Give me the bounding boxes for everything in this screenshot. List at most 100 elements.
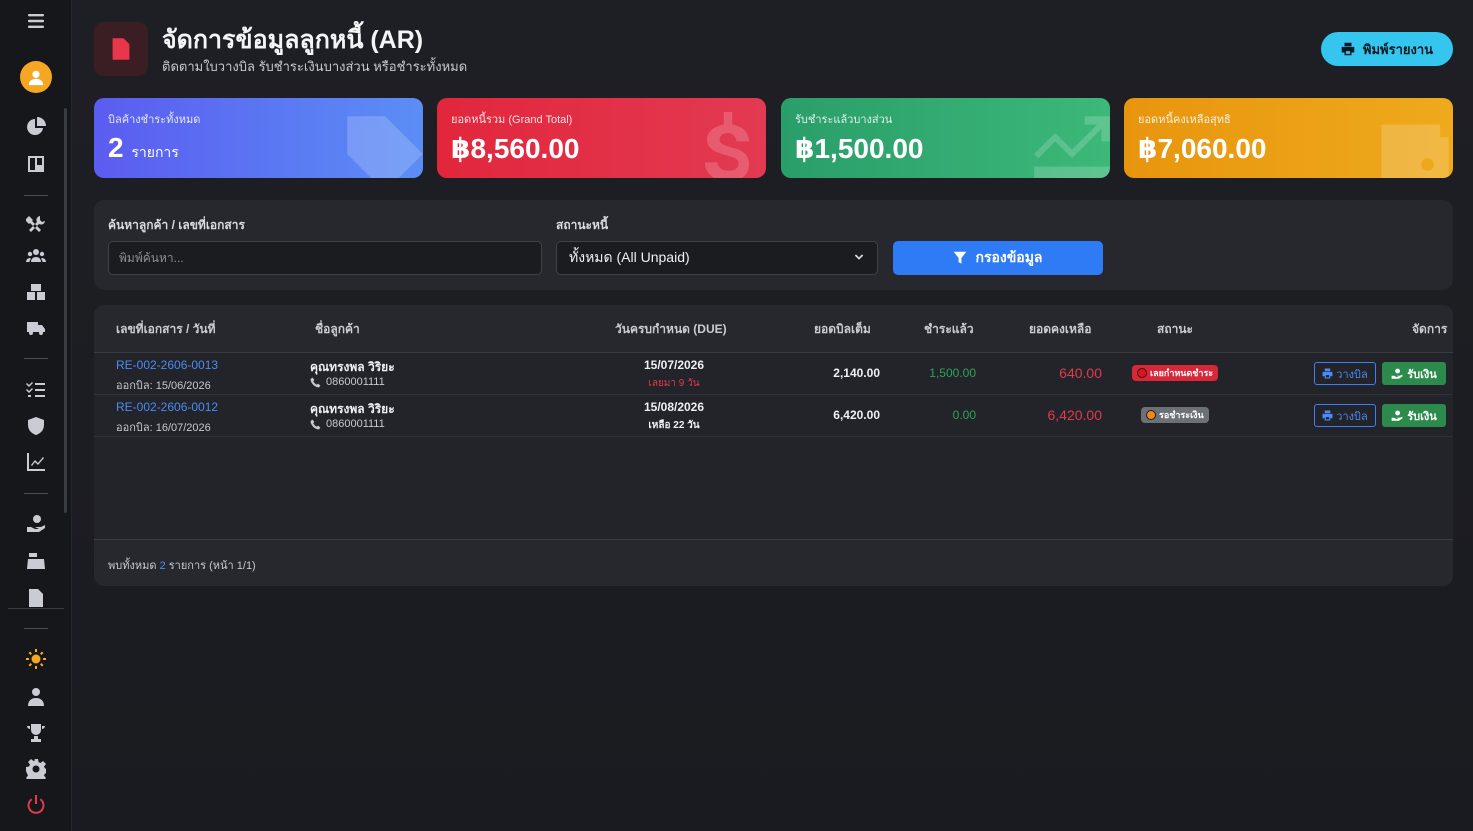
due-note: เหลือ 22 วัน (648, 420, 700, 431)
issue-bill-label: วางบิล (1336, 410, 1368, 423)
customer-phone: 0860001111 (310, 376, 385, 388)
sidebar-divider (24, 195, 48, 196)
page-title: จัดการข้อมูลลูกหนี้ (AR) (162, 26, 424, 54)
issue-bill-label: วางบิล (1336, 368, 1368, 381)
phone-number: 0860001111 (326, 418, 385, 430)
due-date: 15/08/2026 (643, 400, 705, 414)
paid-amount: 0.00 (952, 408, 976, 422)
col-total: ยอดบิลเต็ม (814, 322, 871, 336)
shield-icon[interactable] (24, 414, 48, 438)
list-check-icon[interactable] (24, 377, 48, 401)
board-icon[interactable] (24, 152, 48, 176)
balance-amount: 6,420.00 (1047, 407, 1103, 423)
footer-prefix: พบทั้งหมด (108, 560, 157, 572)
print-report-button[interactable]: พิมพ์รายงาน (1321, 32, 1453, 66)
sidebar (0, 0, 72, 831)
customer-name: คุณทรงพล วิริยะ (310, 402, 395, 416)
phone-number: 0860001111 (326, 376, 385, 388)
tools-icon[interactable] (24, 212, 48, 236)
phone-icon (310, 419, 321, 429)
stat-card-grand-total: ยอดหนี้รวม (Grand Total) ฿8,560.00 (437, 98, 766, 178)
footer-count: 2 (159, 560, 166, 572)
printer-icon (1322, 410, 1333, 421)
ar-table: เลขที่เอกสาร / วันที่ ชื่อลูกค้า วันครบก… (94, 305, 1453, 586)
issue-date: ออกบิล: 16/07/2026 (116, 422, 211, 434)
filter-button-label: กรองข้อมูล (975, 249, 1043, 265)
status-dot-icon (1137, 368, 1147, 378)
col-balance: ยอดคงเหลือ (1029, 322, 1092, 336)
phone-icon (310, 377, 321, 387)
bill-total: 6,420.00 (833, 408, 880, 422)
doc-number-link[interactable]: RE-002-2606-0013 (116, 358, 218, 372)
printer-icon (1341, 42, 1355, 56)
filter-icon (954, 251, 967, 264)
status-select-value: ทั้งหมด (All Unpaid) (569, 249, 690, 265)
footer-suffix: รายการ (หน้า 1/1) (168, 560, 256, 572)
col-doc: เลขที่เอกสาร / วันที่ (116, 322, 216, 336)
sidebar-divider (8, 608, 64, 609)
issue-bill-button[interactable]: วางบิล (1314, 404, 1376, 427)
truck-icon[interactable] (24, 316, 48, 340)
sidebar-divider (24, 358, 48, 359)
wallet-icon (1373, 112, 1453, 178)
status-badge: รอชำระเงิน (1141, 407, 1209, 423)
paid-amount: 1,500.00 (929, 366, 976, 380)
table-header: เลขที่เอกสาร / วันที่ ชื่อลูกค้า วันครบก… (94, 305, 1453, 353)
stat-card-outstanding-bills: บิลค้างชำระทั้งหมด 2 รายการ (94, 98, 423, 178)
status-text: รอชำระเงิน (1159, 410, 1204, 420)
status-badge: เลยกำหนดชำระ (1132, 365, 1219, 381)
main-content: จัดการข้อมูลลูกหนี้ (AR) ติดตามใบวางบิล … (72, 0, 1473, 831)
issue-bill-button[interactable]: วางบิล (1314, 362, 1376, 385)
search-input[interactable]: พิมพ์ค้นหา... (108, 241, 542, 275)
filter-panel: ค้นหาลูกค้า / เลขที่เอกสาร พิมพ์ค้นหา...… (94, 200, 1453, 290)
stat-card-partial-paid: รับชำระแล้วบางส่วน ฿1,500.00 (781, 98, 1110, 178)
user-tie-icon[interactable] (24, 685, 48, 709)
pie-chart-icon[interactable] (24, 115, 48, 139)
printer-icon (1322, 368, 1333, 379)
status-select[interactable]: ทั้งหมด (All Unpaid) (556, 241, 878, 275)
balance-amount: 640.00 (1059, 365, 1102, 381)
sidebar-divider (24, 493, 48, 494)
table-row: RE-002-2606-0013 ออกบิล: 15/06/2026 คุณท… (94, 353, 1453, 395)
filter-button[interactable]: กรองข้อมูล (893, 241, 1103, 275)
col-paid: ชำระแล้ว (924, 322, 974, 336)
col-actions: จัดการ (1412, 322, 1448, 336)
trophy-icon[interactable] (24, 721, 48, 745)
receive-payment-label: รับเงิน (1407, 410, 1437, 423)
page-subtitle: ติดตามใบวางบิล รับชำระเงินบางส่วน หรือชำ… (162, 59, 468, 74)
chevron-down-icon (854, 254, 864, 260)
col-customer: ชื่อลูกค้า (315, 322, 360, 336)
invoice-icon (94, 22, 148, 76)
sidebar-divider (24, 628, 48, 629)
search-label: ค้นหาลูกค้า / เลขที่เอกสาร (108, 218, 245, 232)
receive-payment-button[interactable]: รับเงิน (1382, 362, 1446, 385)
pagination-summary: พบทั้งหมด 2 รายการ (หน้า 1/1) (108, 556, 256, 574)
col-status: สถานะ (1157, 322, 1193, 336)
boxes-icon[interactable] (24, 280, 48, 304)
user-avatar-icon[interactable] (20, 61, 52, 93)
receive-payment-label: รับเงิน (1407, 368, 1437, 381)
col-due: วันครบกำหนด (DUE) (615, 322, 727, 336)
hand-money-icon (1391, 410, 1403, 421)
due-note: เลยมา 9 วัน (648, 378, 700, 389)
settings-sun-icon[interactable] (24, 647, 48, 671)
stat-card-net-balance: ยอดหนี้คงเหลือสุทธิ ฿7,060.00 (1124, 98, 1453, 178)
power-icon[interactable] (24, 793, 48, 817)
menu-icon[interactable] (24, 9, 48, 33)
money-trend-icon (1030, 112, 1110, 178)
issue-date: ออกบิล: 15/06/2026 (116, 380, 211, 392)
doc-number-link[interactable]: RE-002-2606-0012 (116, 400, 218, 414)
gear-icon[interactable] (24, 757, 48, 781)
status-filter-label: สถานะหนี้ (556, 218, 609, 232)
stat-unit: รายการ (131, 144, 179, 160)
status-dot-icon (1146, 410, 1156, 420)
invoice-icon[interactable] (24, 586, 48, 610)
line-chart-icon[interactable] (24, 450, 48, 474)
receive-payment-button[interactable]: รับเงิน (1382, 404, 1446, 427)
hand-money-icon[interactable] (24, 512, 48, 536)
status-text: เลยกำหนดชำระ (1150, 368, 1214, 378)
sidebar-scrollbar[interactable] (64, 108, 67, 513)
users-icon[interactable] (24, 244, 48, 268)
bill-total: 2,140.00 (833, 366, 880, 380)
cash-register-icon[interactable] (24, 549, 48, 573)
